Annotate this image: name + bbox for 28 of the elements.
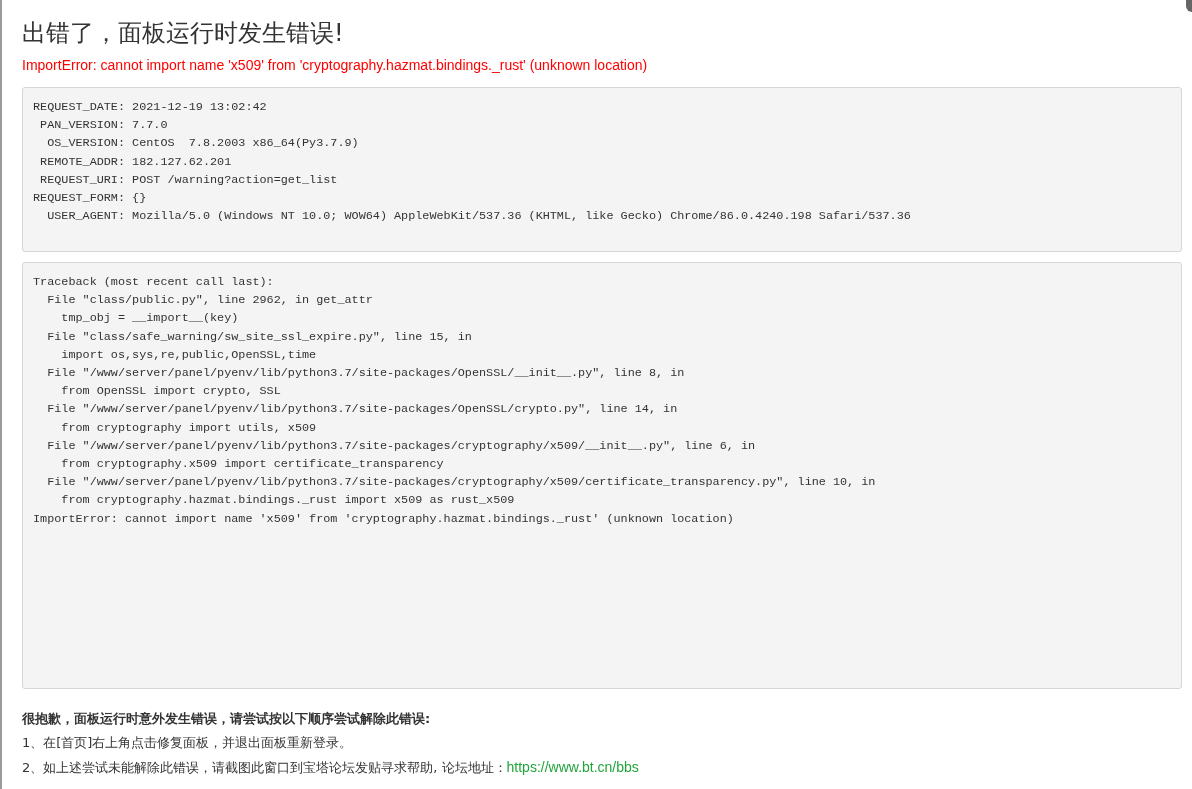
corner-mark xyxy=(1186,0,1192,12)
error-message: ImportError: cannot import name 'x509' from 'cryptography.hazmat.bindings._rust' (unknown location) xyxy=(22,56,649,75)
code-line: Traceback (most recent call last): xyxy=(33,274,274,291)
code-line: REQUEST_DATE: 2021-12-19 13:02:42 xyxy=(33,99,267,116)
code-line: tmp_obj = __import__(key) xyxy=(60,310,239,328)
code-line: from cryptography.hazmat.bindings._rust import x509 as rust_x509 xyxy=(60,492,515,510)
code-line: REQUEST_FORM: {} xyxy=(33,190,147,207)
forum-link[interactable]: https://www.bt.cn/bbs xyxy=(506,759,639,775)
code-line: File "/www/server/panel/pyenv/lib/python3.7/site-packages/cryptography/x509/certificate_transparency.py", line 10, in xyxy=(46,474,876,492)
code-line: from cryptography import utils, x509 xyxy=(60,419,317,437)
code-line: File "class/safe_warning/sw_site_ssl_expire.py", line 15, in xyxy=(46,328,472,346)
help-step: 2、如上述尝试未能解除此错误，请截图此窗口到宝塔论坛发贴寻求帮助, 论坛地址：https://www.bt.cn/bbs xyxy=(22,755,1182,780)
code-line: PAN_VERSION: 7.7.0 xyxy=(39,117,168,135)
code-line: File "/www/server/panel/pyenv/lib/python3.7/site-packages/OpenSSL/__init__.py", line 8, in xyxy=(46,365,685,382)
help-heading: 很抱歉，面板运行时意外发生错误，请尝试按以下顺序尝试解除此错误: xyxy=(22,710,432,728)
page-title: 出错了，面板运行时发生错误! xyxy=(22,18,345,49)
code-line: File "/www/server/panel/pyenv/lib/python3.7/site-packages/OpenSSL/crypto.py", line 14, in xyxy=(46,401,678,419)
help-step: 1、在[首页]右上角点击修复面板，并退出面板重新登录。 xyxy=(22,731,1182,755)
code-line: import os,sys,re,public,OpenSSL,time xyxy=(60,346,317,364)
code-line: File "class/public.py", line 2962, in get_attr xyxy=(46,292,373,310)
code-line: File "/www/server/panel/pyenv/lib/python3.7/site-packages/cryptography/x509/__init__.py", line 6, in xyxy=(46,437,756,455)
code-line: ImportError: cannot import name 'x509' from 'cryptography.hazmat.bindings._rust' (unknown location) xyxy=(33,510,734,528)
code-line: REQUEST_URI: POST /warning?action=get_list xyxy=(39,171,338,189)
code-line: from OpenSSL import crypto, SSL xyxy=(60,383,281,401)
code-line: REMOTE_ADDR: 182.127.62.201 xyxy=(39,153,232,171)
code-line: USER_AGENT: Mozilla/5.0 (Windows NT 10.0; WOW64) AppleWebKit/537.36 (KHTML, like Gecko) Chrome/86.0.4240.198 Safari/537.36 xyxy=(46,208,911,226)
code-line: from cryptography.x509 import certificate_transparency xyxy=(60,456,444,474)
code-line: OS_VERSION: CentOS 7.8.2003 x86_64(Py3.7.9) xyxy=(46,135,359,153)
